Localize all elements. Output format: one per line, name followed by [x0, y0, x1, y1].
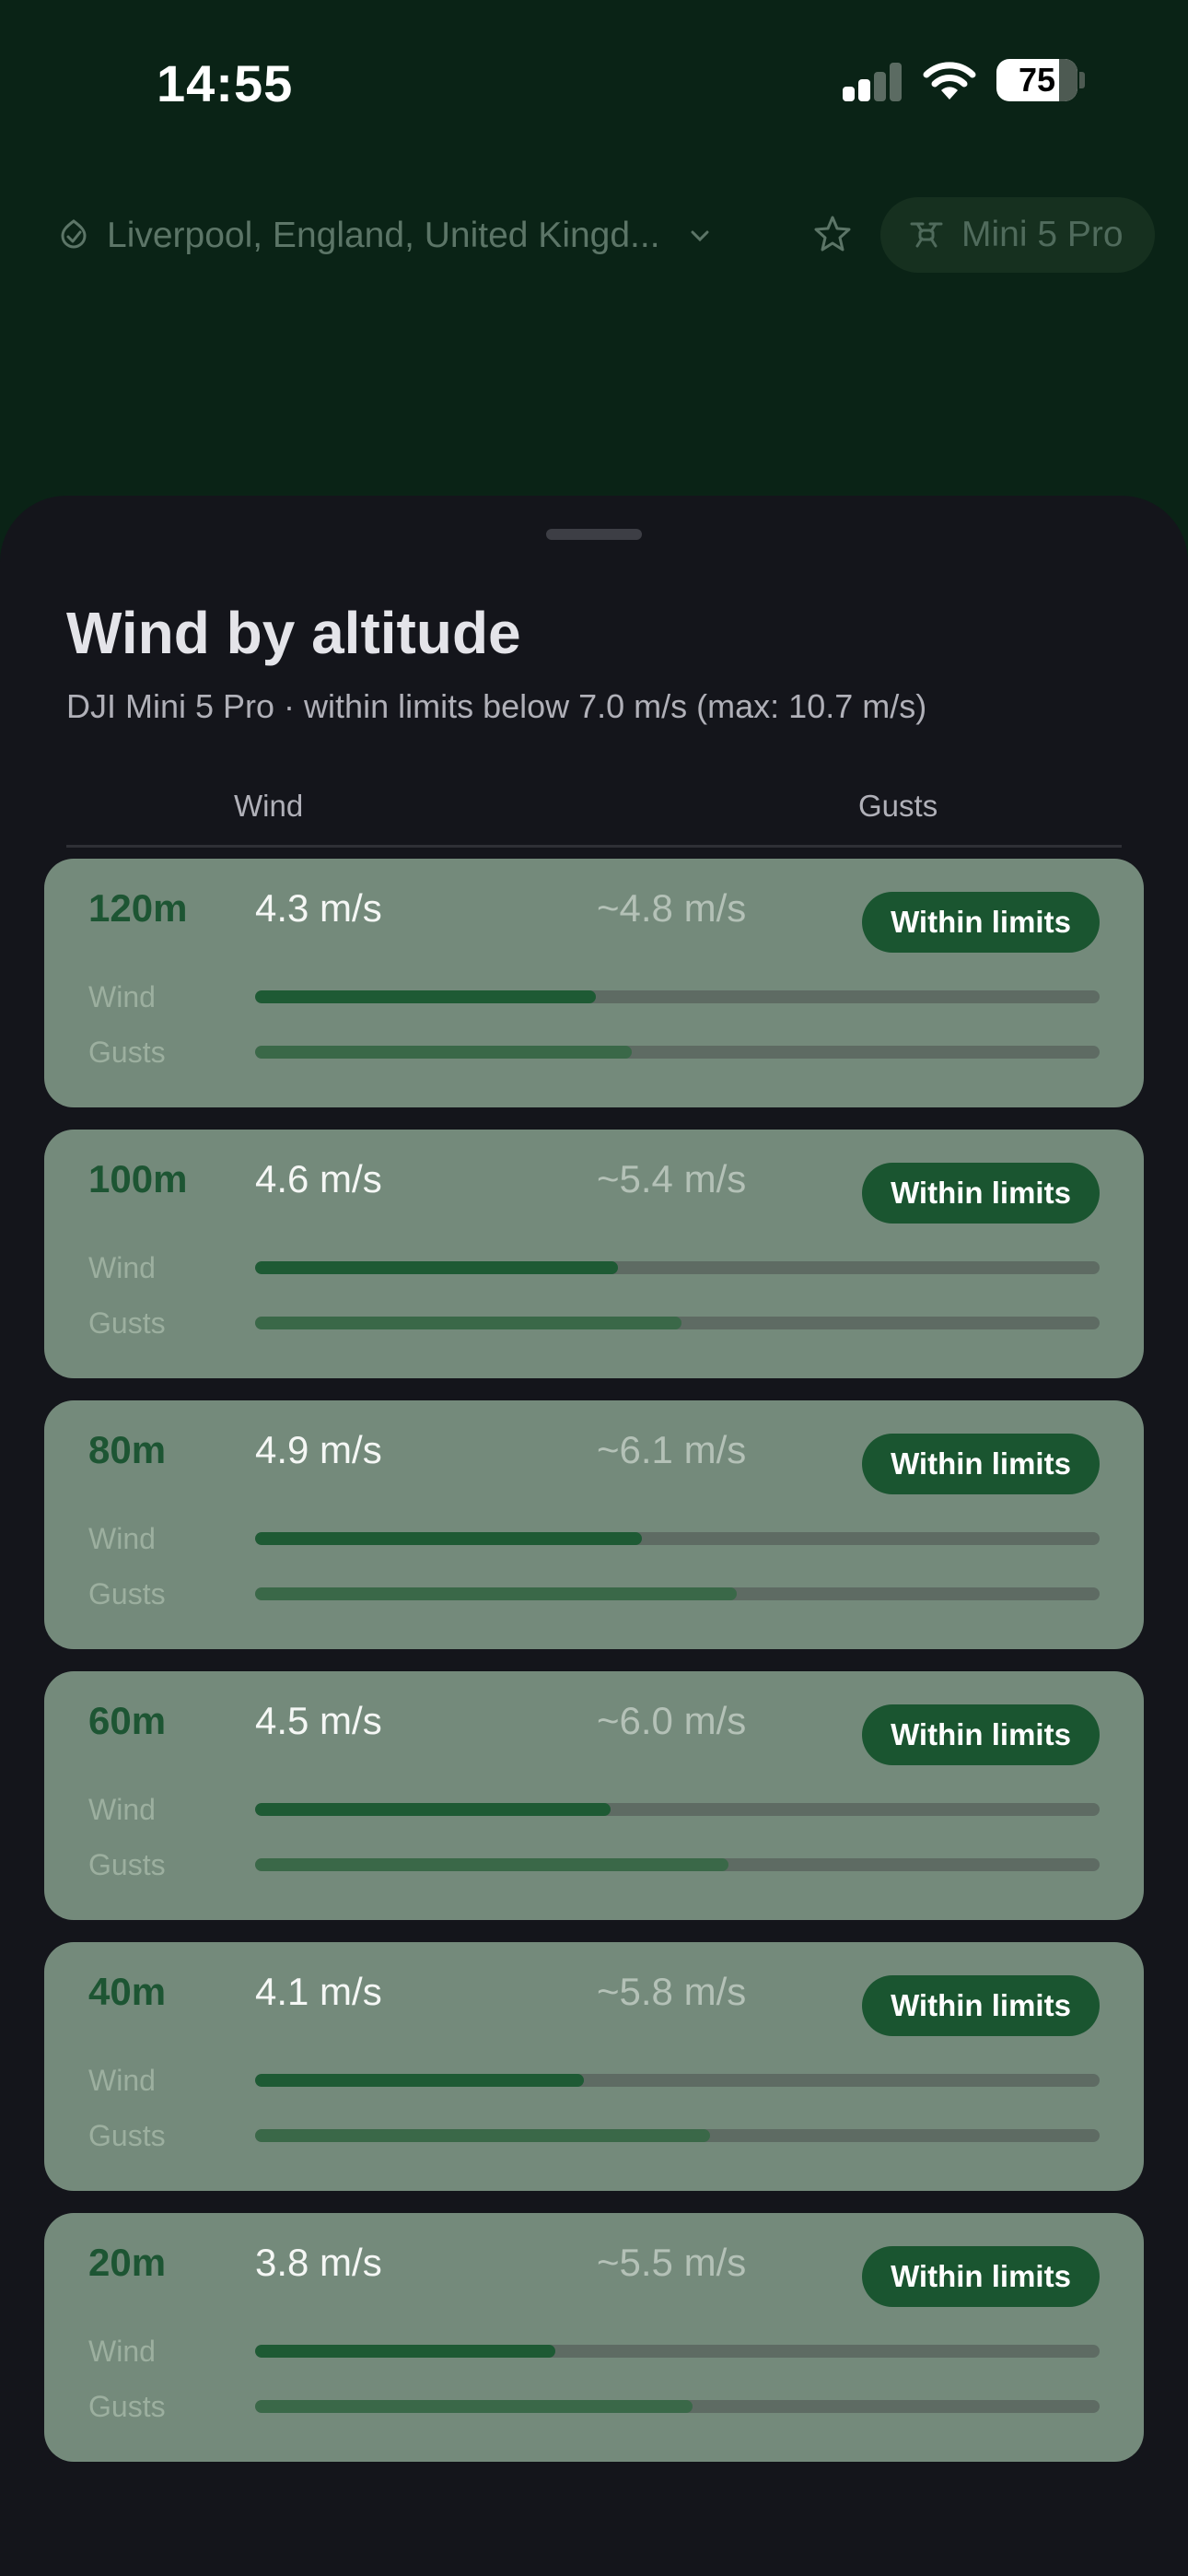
sheet-title: Wind by altitude	[66, 600, 521, 666]
gust-speed: ~6.0 m/s	[597, 1699, 747, 1742]
drone-selector-button[interactable]: Mini 5 Pro	[880, 197, 1155, 273]
altitude-label: 60m	[88, 1699, 167, 1742]
altitude-card: 80m 4.9 m/s ~6.1 m/s Within limits Wind …	[44, 1400, 1144, 1649]
status-badge: Within limits	[862, 2246, 1100, 2307]
wind-bar-label: Wind	[88, 1793, 156, 1826]
wind-bar-fill	[255, 1261, 619, 1274]
sheet-grabber[interactable]	[546, 529, 642, 540]
gusts-bar-fill	[255, 2129, 711, 2142]
wind-bar-label: Wind	[88, 1251, 156, 1284]
gusts-bar	[255, 1046, 1100, 1059]
wind-bar	[255, 1532, 1100, 1545]
wind-bar	[255, 2345, 1100, 2358]
altitude-list: 120m 4.3 m/s ~4.8 m/s Within limits Wind…	[44, 859, 1144, 2484]
wind-speed: 3.8 m/s	[255, 2241, 382, 2284]
location-check-icon	[61, 219, 87, 249]
wind-bar-fill	[255, 1803, 611, 1816]
column-header-wind: Wind	[234, 789, 304, 823]
status-badge: Within limits	[862, 1704, 1100, 1765]
gusts-bar	[255, 2129, 1100, 2142]
gusts-bar-label: Gusts	[88, 2390, 166, 2423]
altitude-label: 100m	[88, 1157, 188, 1200]
wind-bar	[255, 1261, 1100, 1274]
altitude-card: 120m 4.3 m/s ~4.8 m/s Within limits Wind…	[44, 859, 1144, 1107]
altitude-label: 20m	[88, 2241, 167, 2284]
wind-bar	[255, 990, 1100, 1003]
gusts-bar-fill	[255, 1046, 632, 1059]
gust-speed: ~6.1 m/s	[597, 1428, 747, 1471]
status-badge: Within limits	[862, 1434, 1100, 1494]
altitude-card: 20m 3.8 m/s ~5.5 m/s Within limits Wind …	[44, 2213, 1144, 2462]
altitude-label: 80m	[88, 1428, 167, 1471]
gusts-bar-label: Gusts	[88, 1036, 166, 1069]
gust-speed: ~5.5 m/s	[597, 2241, 747, 2284]
wind-bar-fill	[255, 2345, 555, 2358]
wind-bar-label: Wind	[88, 1522, 156, 1555]
gusts-bar	[255, 2400, 1100, 2413]
gusts-bar	[255, 1317, 1100, 1329]
star-icon[interactable]	[812, 214, 853, 254]
battery-indicator: 75	[996, 59, 1077, 101]
gusts-bar-label: Gusts	[88, 1306, 166, 1340]
status-badge: Within limits	[862, 892, 1100, 953]
gusts-bar	[255, 1587, 1100, 1600]
wind-speed: 4.9 m/s	[255, 1428, 382, 1471]
gusts-bar-fill	[255, 1587, 737, 1600]
gusts-bar-fill	[255, 1317, 682, 1329]
location-name: Liverpool, England, United Kingd...	[107, 216, 660, 255]
battery-level: 75	[1018, 61, 1056, 99]
wind-bar-label: Wind	[88, 980, 156, 1013]
column-header-gusts: Gusts	[858, 789, 938, 823]
gusts-bar-fill	[255, 2400, 693, 2413]
sheet-subtitle: DJI Mini 5 Pro · within limits below 7.0…	[66, 687, 927, 725]
altitude-card: 40m 4.1 m/s ~5.8 m/s Within limits Wind …	[44, 1942, 1144, 2191]
battery-tip	[1079, 72, 1085, 88]
gust-speed: ~5.4 m/s	[597, 1157, 747, 1200]
status-badge: Within limits	[862, 1163, 1100, 1224]
gust-speed: ~4.8 m/s	[597, 886, 747, 930]
wind-speed: 4.1 m/s	[255, 1970, 382, 2013]
drone-name: Mini 5 Pro	[961, 215, 1124, 254]
wind-bar	[255, 1803, 1100, 1816]
status-badge: Within limits	[862, 1975, 1100, 2036]
chevron-down-icon	[691, 230, 709, 242]
altitude-card: 100m 4.6 m/s ~5.4 m/s Within limits Wind…	[44, 1130, 1144, 1378]
status-time: 14:55	[157, 54, 294, 112]
wifi-icon	[923, 62, 976, 100]
location-selector[interactable]: Liverpool, England, United Kingd...	[55, 203, 712, 269]
altitude-label: 40m	[88, 1970, 167, 2013]
gusts-bar-label: Gusts	[88, 1577, 166, 1610]
wind-bar-fill	[255, 1532, 642, 1545]
drone-icon	[910, 222, 943, 248]
wind-bar-fill	[255, 990, 596, 1003]
gusts-bar	[255, 1858, 1100, 1871]
wind-speed: 4.3 m/s	[255, 886, 382, 930]
altitude-label: 120m	[88, 886, 188, 930]
wind-bar-label: Wind	[88, 2064, 156, 2097]
wind-sheet: Wind by altitude DJI Mini 5 Pro · within…	[0, 496, 1188, 2576]
altitude-card: 60m 4.5 m/s ~6.0 m/s Within limits Wind …	[44, 1671, 1144, 1920]
wind-speed: 4.6 m/s	[255, 1157, 382, 1200]
gust-speed: ~5.8 m/s	[597, 1970, 747, 2013]
gusts-bar-fill	[255, 1858, 729, 1871]
gusts-bar-label: Gusts	[88, 2119, 166, 2152]
cellular-signal-icon	[843, 63, 903, 101]
wind-bar-fill	[255, 2074, 584, 2087]
divider	[66, 845, 1122, 848]
wind-bar-label: Wind	[88, 2335, 156, 2368]
wind-speed: 4.5 m/s	[255, 1699, 382, 1742]
wind-bar	[255, 2074, 1100, 2087]
gusts-bar-label: Gusts	[88, 1848, 166, 1881]
